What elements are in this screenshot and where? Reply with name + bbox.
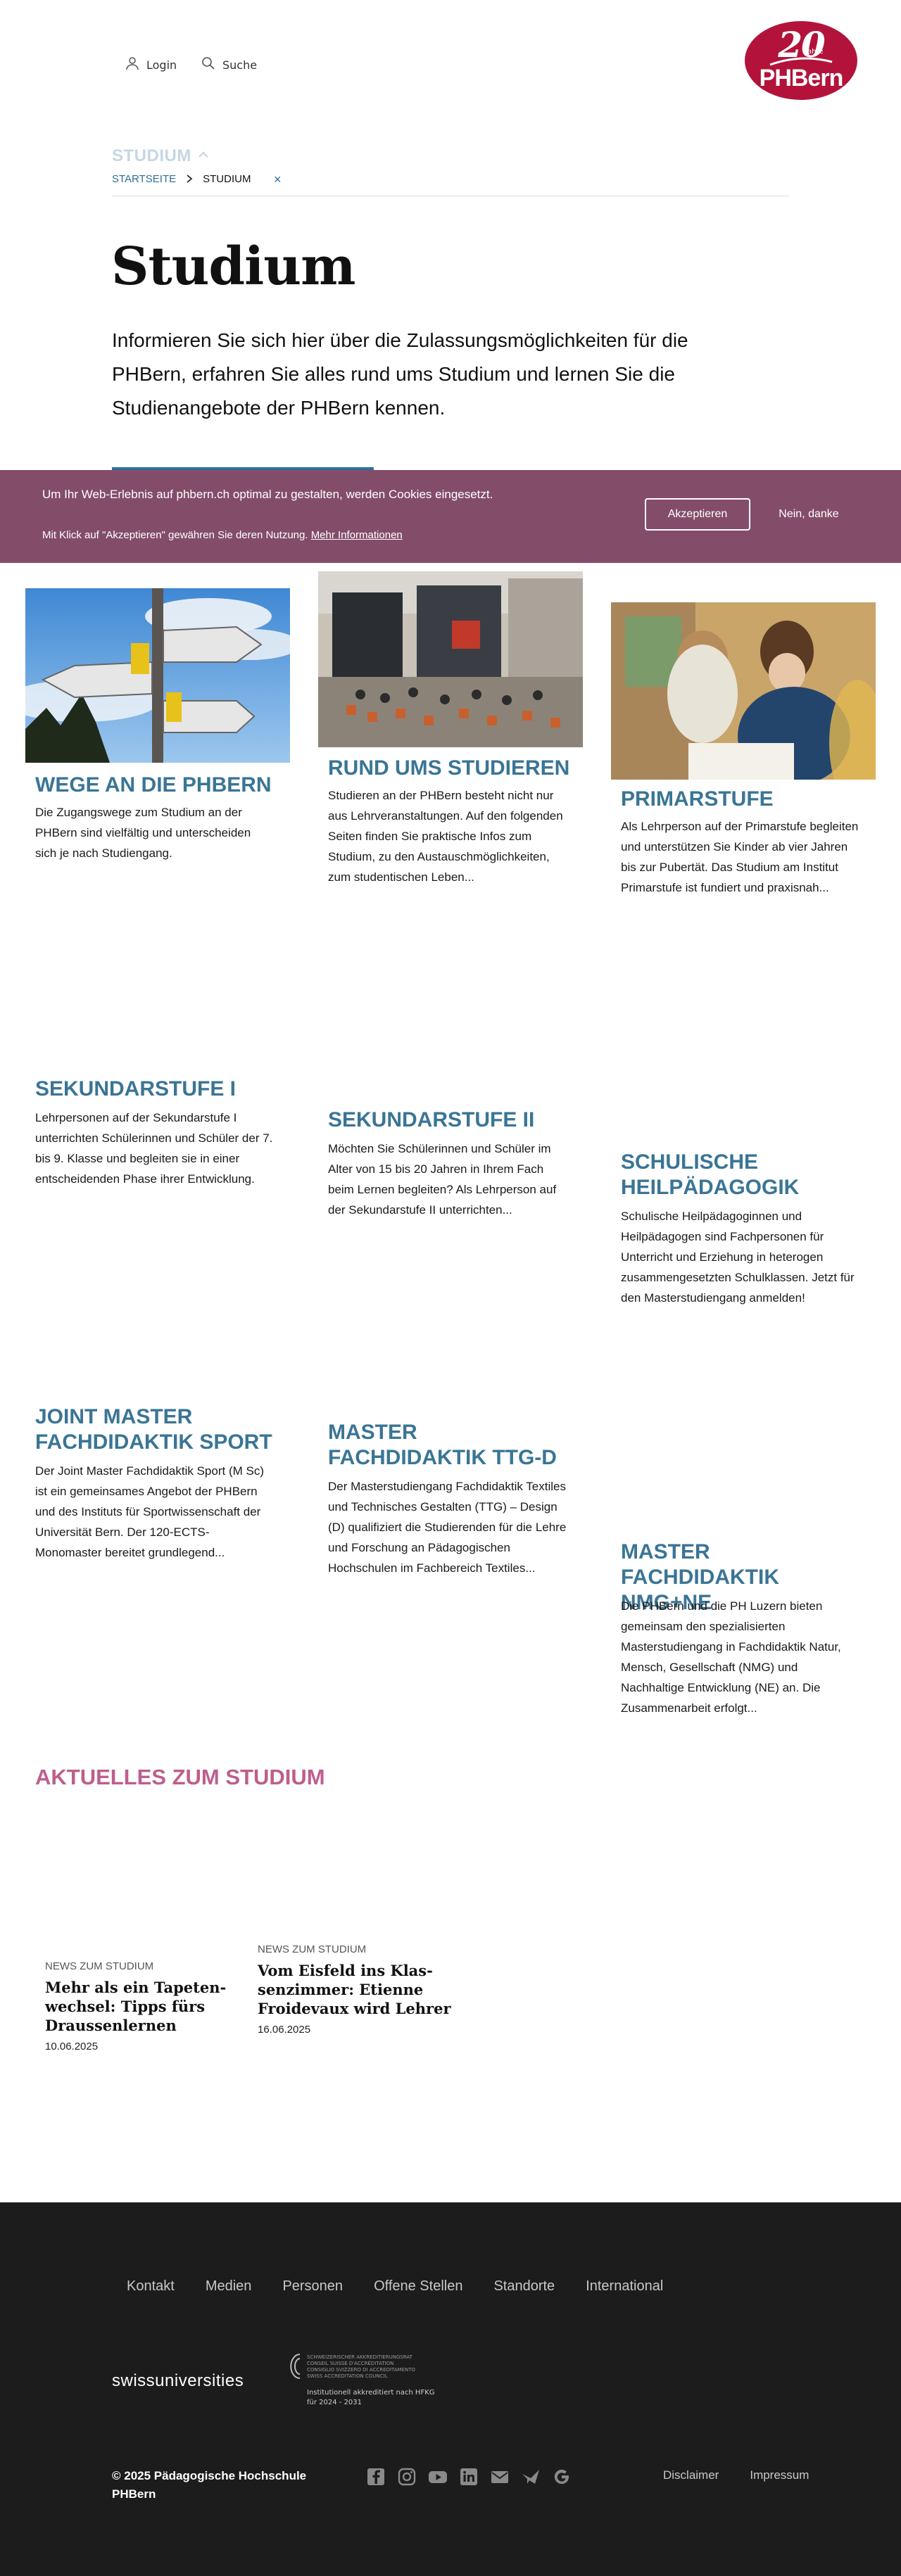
news-item[interactable]: NEWS ZUM STUDIUM Vom Eisfeld ins Klas-se… [258, 1943, 455, 2036]
linkedin-icon[interactable] [459, 2467, 479, 2487]
accreditation-line: CONSIGLIO SVIZZERO DI ACCREDITAMENTO [307, 2367, 416, 2373]
news-title[interactable]: Vom Eisfeld ins Klas-senzimmer: Etienne … [258, 1961, 455, 2018]
section-toggle-label: STUDIUM [112, 146, 191, 165]
card-text: Die Zugangswege zum Studium an der PHBer… [35, 806, 251, 860]
footer-link-personen[interactable]: Personen [282, 2278, 343, 2295]
cookie-accept-button[interactable]: Akzeptieren [645, 498, 750, 531]
login-label: Login [146, 58, 177, 72]
breadcrumb: STARTSEITE STUDIUM × [112, 172, 282, 186]
news-title[interactable]: Mehr als ein Tapeten-wechsel: Tipps fürs… [45, 1978, 242, 2035]
card-primarstufe[interactable]: PRIMARSTUFE Als Lehrperson auf der Prima… [611, 602, 876, 940]
card-schulische-heilpaedagogik[interactable]: SCHULISCHE HEILPÄDAGOGIK Schulische Heil… [611, 1150, 876, 1319]
search-icon [201, 56, 215, 73]
card-rund-ums-studieren[interactable]: RUND UMS STUDIEREN Studieren an der PHBe… [318, 571, 583, 909]
card-title[interactable]: RUND UMS STUDIEREN [328, 756, 574, 781]
search-label: Suche [222, 58, 258, 72]
card-title[interactable]: PRIMARSTUFE [621, 787, 867, 812]
footer-link-standorte[interactable]: Standorte [493, 2278, 555, 2295]
cookie-consent-text: Mit Klick auf "Akzeptieren" gewähren Sie… [42, 529, 308, 541]
card-text: Die PHBern und die PH Luzern bieten geme… [621, 1599, 841, 1715]
swissuniversities-logo[interactable]: swissuniversities [112, 2371, 244, 2391]
phbern-logo[interactable]: 20 Jahre PHBern [745, 21, 857, 100]
card-text: Studieren an der PHBern besteht nicht nu… [328, 789, 563, 884]
newsletter-icon[interactable] [521, 2467, 541, 2487]
logo-brand: PHBern [759, 65, 844, 91]
accreditation-council-text: SCHWEIZERISCHER AKKREDITIERUNGSRAT CONSE… [307, 2354, 415, 2380]
news-section-heading: AKTUELLES ZUM STUDIUM [35, 1765, 325, 1789]
card-joint-master-sport[interactable]: JOINT MASTER FACHDI­DAKTIK SPORT Der Joi… [25, 1404, 290, 1573]
accreditation-line: SCHWEIZERISCHER AKKREDITIERUNGSRAT [307, 2354, 412, 2360]
social-links [366, 2467, 572, 2487]
login-link[interactable]: Login [125, 56, 177, 73]
card-title[interactable]: SEKUNDARSTUFE I [35, 1077, 282, 1102]
breadcrumb-home[interactable]: STARTSEITE [112, 173, 176, 185]
close-icon[interactable]: × [274, 172, 282, 187]
chevron-up-icon [197, 146, 210, 166]
footer-link-kontakt[interactable]: Kontakt [127, 2278, 175, 2295]
disclaimer-link[interactable]: Disclaimer [663, 2468, 719, 2482]
card-text: Der Joint Master Fachdidaktik Sport (M S… [35, 1464, 264, 1559]
card-text: Der Masterstudiengang Fachdidaktik Texti… [328, 1480, 567, 1575]
card-text: Schulische Heilpädagoginnen und Heilpäda… [621, 1210, 855, 1305]
cookie-more-link[interactable]: Mehr Informationen [311, 529, 403, 541]
card-text: Als Lehrperson auf der Primarstufe begle… [621, 820, 859, 894]
page-title: Studium [111, 236, 355, 297]
card-title[interactable]: SEKUNDARSTUFE II [328, 1108, 574, 1133]
cookie-small-text: Mit Klick auf "Akzeptieren" gewähren Sie… [42, 529, 403, 541]
legal-links: Disclaimer Impressum [663, 2468, 809, 2482]
copyright-line: PHBern [112, 2487, 156, 2501]
card-title[interactable]: WEGE AN DIE PHBERN [35, 773, 282, 798]
mail-icon[interactable] [490, 2467, 510, 2487]
news-date: 10.06.2025 [45, 2041, 99, 2052]
breadcrumb-current: STUDIUM [203, 173, 251, 185]
impressum-link[interactable]: Impressum [750, 2468, 809, 2482]
user-icon [125, 56, 139, 73]
accreditation-inst-text: Institutionell akkreditiert nach HFKG fü… [307, 2389, 435, 2406]
copyright-line: © 2025 Pädagogische Hochschule [112, 2469, 307, 2482]
card-master-nmg-ne[interactable]: MASTER FACHDIDAKTIK NMG+NE Die PHBern un… [611, 1540, 876, 1722]
footer: Kontakt Medien Personen Offene Stellen S… [0, 2202, 901, 2576]
cookie-decline-button[interactable]: Nein, danke [769, 498, 849, 531]
google-icon[interactable] [552, 2467, 572, 2487]
instagram-icon[interactable] [397, 2467, 417, 2487]
accreditation-line: CONSEIL SUISSE D'ACCRÉDITATION [307, 2361, 394, 2366]
footer-link-medien[interactable]: Medien [206, 2278, 252, 2295]
news-kicker: NEWS ZUM STUDIUM [45, 1960, 154, 1972]
search-link[interactable]: Suche [201, 56, 257, 73]
header: Login Suche 20 Jahre PHBern [0, 0, 901, 134]
card-sekundarstufe-1[interactable]: SEKUNDARSTUFE I Lehrpersonen auf der Sek… [25, 1077, 290, 1196]
news-kicker: NEWS ZUM STUDIUM [258, 1943, 367, 1955]
cookie-banner: Um Ihr Web-Erlebnis auf phbern.ch optima… [0, 470, 901, 563]
footer-link-international[interactable]: International [586, 2278, 663, 2295]
news-item[interactable]: NEWS ZUM STUDIUM Mehr als ein Tapeten-we… [45, 1960, 242, 2052]
section-toggle[interactable]: STUDIUM [112, 146, 210, 166]
card-text: Möchten Sie Schülerinnen und Schüler im … [328, 1142, 557, 1217]
news-date: 16.06.2025 [258, 2024, 311, 2036]
card-title[interactable]: SCHULISCHE HEILPÄDAGOGIK [621, 1150, 867, 1200]
cookie-text: Um Ihr Web-Erlebnis auf phbern.ch optima… [42, 488, 493, 501]
footer-nav: Kontakt Medien Personen Offene Stellen S… [127, 2278, 663, 2295]
card-master-ttg-d[interactable]: MASTER FACHDIDAKTIK TTG-D Der Masterstud… [318, 1420, 583, 1589]
accreditation-line: SWISS ACCREDITATION COUNCIL [307, 2373, 388, 2379]
facebook-icon[interactable] [366, 2467, 386, 2487]
copyright: © 2025 Pädagogische Hochschule PHBern [112, 2467, 306, 2504]
card-text: Lehrpersonen auf der Sekundarstufe I unt… [35, 1111, 273, 1186]
accreditation-mark-icon [290, 2354, 301, 2379]
card-title[interactable]: JOINT MASTER FACHDI­DAKTIK SPORT [35, 1404, 282, 1455]
card-wege-an-die-phbern[interactable]: WEGE AN DIE PHBERN Die Zugangswege zum S… [25, 588, 290, 870]
youtube-icon[interactable] [428, 2467, 448, 2487]
footer-link-offene-stellen[interactable]: Offene Stellen [374, 2278, 462, 2295]
card-image-campus [318, 571, 583, 747]
card-image-classroom [611, 602, 876, 780]
chevron-right-icon [186, 174, 193, 185]
card-sekundarstufe-2[interactable]: SEKUNDARSTUFE II Möchten Sie Schülerinne… [318, 1108, 583, 1227]
card-title[interactable]: MASTER FACHDIDAKTIK TTG-D [328, 1420, 574, 1471]
card-image-signpost [25, 588, 290, 763]
page-intro: Informieren Sie sich hier über die Zulas… [112, 329, 688, 419]
